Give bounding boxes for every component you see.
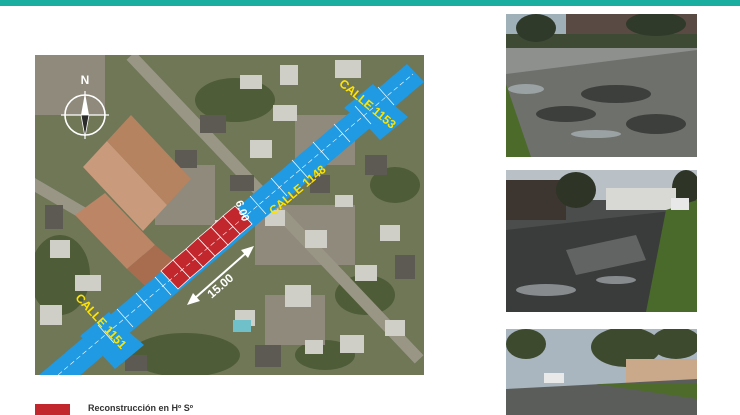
street-photo-3 [506, 329, 697, 415]
top-accent-bar [0, 0, 740, 6]
legend-label-reconstruction: Reconstrucción en Hº Sº [88, 403, 194, 413]
pool [233, 320, 251, 332]
street-photo-1 [506, 14, 697, 157]
legend-swatch-reconstruction [35, 404, 70, 415]
aerial-map: 15.00 6.00 CALLE 1148 CALLE 1153 CALLE 1… [35, 55, 424, 375]
north-label: N [81, 73, 90, 87]
street-photo-2 [506, 170, 697, 312]
